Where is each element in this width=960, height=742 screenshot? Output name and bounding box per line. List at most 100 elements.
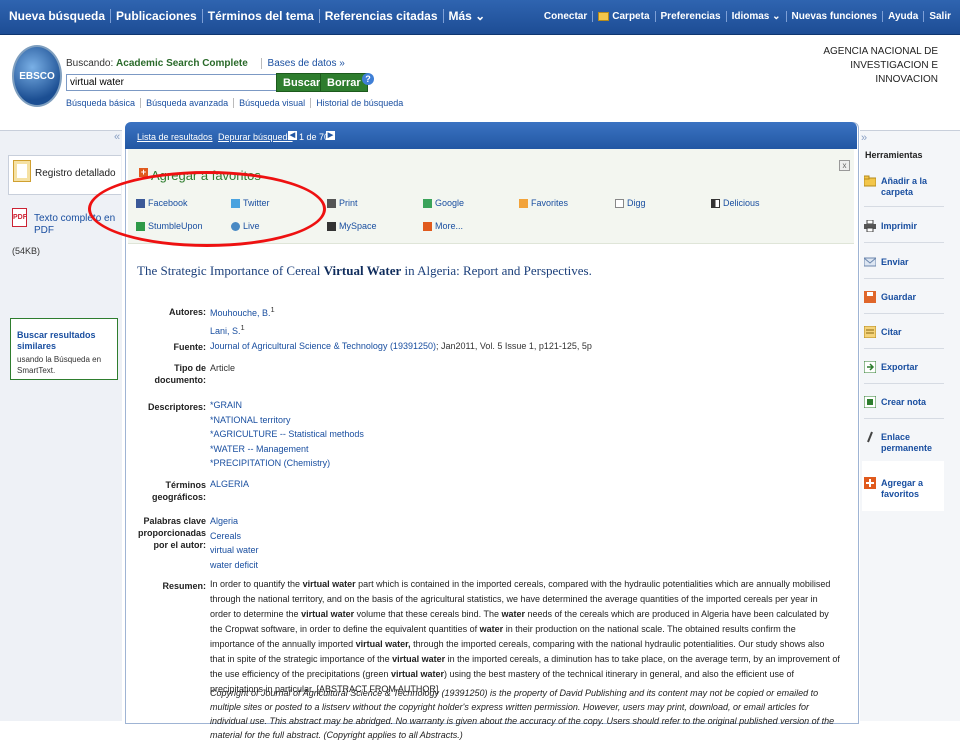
- digg-icon: [615, 199, 624, 208]
- ebsco-logo[interactable]: EBSCO: [12, 45, 62, 107]
- nav-cited-references[interactable]: Referencias citadas: [320, 9, 444, 23]
- basic-search-link[interactable]: Búsqueda básica: [66, 98, 142, 108]
- cite-icon: [864, 326, 876, 338]
- printer-icon: [327, 199, 336, 208]
- abstract-segment: volume that these cereals bind. The: [354, 609, 502, 619]
- collapse-left-icon[interactable]: «: [114, 131, 120, 143]
- authors-value: Mouhouche, B.1 Lani, S.1: [210, 303, 275, 338]
- nav-more-menu[interactable]: Más ⌄: [444, 9, 491, 23]
- pdf-size: (54KB): [12, 246, 41, 256]
- nav-new-search[interactable]: Nueva búsqueda: [4, 9, 112, 23]
- keyword-link[interactable]: water deficit: [210, 558, 259, 573]
- highlighted-term: virtual water,: [355, 639, 411, 649]
- sign-in-link[interactable]: Conectar: [539, 11, 594, 22]
- descriptor-link[interactable]: *GRAIN: [210, 398, 364, 413]
- nav-subject-terms[interactable]: Términos del tema: [203, 9, 320, 23]
- keyword-link[interactable]: Algeria: [210, 514, 259, 529]
- descriptor-link[interactable]: *PRECIPITATION (Chemistry): [210, 456, 364, 471]
- author-link[interactable]: Mouhouche, B.1: [210, 303, 275, 321]
- folder-icon: [864, 175, 876, 187]
- close-icon[interactable]: x: [839, 160, 850, 171]
- searching-line: Buscando: Academic Search Complete Bases…: [66, 58, 345, 69]
- export-icon: [864, 361, 876, 373]
- tool-divider: [864, 206, 944, 207]
- journal-link[interactable]: Journal of Agricultural Science & Techno…: [210, 341, 436, 351]
- annotation-circle: [88, 171, 326, 247]
- source-value: Journal of Agricultural Science & Techno…: [210, 341, 592, 351]
- plus-icon: [423, 222, 432, 231]
- exit-link[interactable]: Salir: [924, 11, 956, 22]
- top-nav: Nueva búsqueda Publicaciones Términos de…: [4, 9, 490, 23]
- visual-search-link[interactable]: Búsqueda visual: [234, 98, 312, 108]
- descriptors-label: Descriptores:: [147, 402, 206, 412]
- tool-divider: [864, 278, 944, 279]
- tool-divider: [864, 383, 944, 384]
- tool-divider: [864, 242, 944, 243]
- keyword-link[interactable]: virtual water: [210, 543, 259, 558]
- descriptor-link[interactable]: *WATER -- Management: [210, 442, 364, 457]
- pdf-icon: PDF: [12, 208, 27, 227]
- result-position: 1 de 70: [299, 132, 330, 142]
- plus-icon: [864, 477, 876, 489]
- author-link[interactable]: Lani, S.1: [210, 321, 275, 339]
- descriptor-link[interactable]: *NATIONAL territory: [210, 413, 364, 428]
- preferences-link[interactable]: Preferencias: [656, 11, 727, 22]
- databases-link[interactable]: Bases de datos »: [260, 58, 345, 69]
- link-icon: [867, 431, 873, 443]
- highlighted-term: virtual water: [301, 609, 355, 619]
- copyright-notice: Copyright of Journal of Agricultural Sci…: [210, 688, 835, 740]
- doctype-label: Tipo de documento:: [154, 363, 207, 385]
- search-history-link[interactable]: Historial de búsqueda: [311, 98, 408, 108]
- descriptors-list: *GRAIN *NATIONAL territory *AGRICULTURE …: [210, 398, 364, 471]
- document-icon: [13, 160, 31, 182]
- highlighted-term: water: [501, 609, 526, 619]
- tool-divider: [864, 348, 944, 349]
- find-similar-link[interactable]: Buscar resultados similares: [17, 330, 117, 352]
- search-sublinks: Búsqueda básica Búsqueda avanzada Búsque…: [66, 98, 408, 108]
- next-result-icon[interactable]: ▶: [326, 131, 335, 140]
- results-list-link[interactable]: Lista de resultados: [137, 132, 213, 142]
- keywords-list: Algeria Cereals virtual water water defi…: [210, 514, 259, 572]
- article-title: The Strategic Importance of Cereal Virtu…: [137, 263, 592, 278]
- refine-search-link[interactable]: Depurar búsqueda: [218, 132, 293, 142]
- nav-publications[interactable]: Publicaciones: [111, 9, 203, 23]
- highlighted-term: virtual water: [390, 669, 444, 679]
- result-nav-bar: Lista de resultados Depurar búsqueda ◀ 1…: [125, 122, 857, 149]
- top-nav-bar: Nueva búsqueda Publicaciones Términos de…: [0, 0, 960, 35]
- keywords-label: Palabras clave proporcionadas por el autor…: [137, 516, 206, 550]
- advanced-search-link[interactable]: Búsqueda avanzada: [141, 98, 235, 108]
- top-right-nav: Conectar Carpeta Preferencias Idiomas ⌄ …: [539, 11, 956, 22]
- folder-link[interactable]: Carpeta: [593, 11, 656, 22]
- highlighted-term: water: [479, 624, 504, 634]
- right-sidebar: [860, 130, 960, 721]
- database-name: Academic Search Complete: [116, 58, 248, 69]
- delicious-icon: [711, 199, 720, 208]
- authors-label: Autores:: [168, 307, 206, 317]
- abstract-text: In order to quantify the virtual water p…: [210, 577, 840, 697]
- email-icon: [864, 257, 876, 267]
- abstract-segment: In order to quantify the: [210, 579, 303, 589]
- geo-terms-label: Términos geográficos:: [151, 480, 206, 502]
- geo-term-link[interactable]: ALGERIA: [210, 477, 249, 492]
- new-features-link[interactable]: Nuevas funciones: [787, 11, 884, 22]
- abstract-label: Resumen:: [162, 581, 206, 591]
- tool-divider: [864, 313, 944, 314]
- printer-icon: [864, 220, 876, 232]
- clear-button[interactable]: Borrar: [320, 73, 368, 92]
- help-icon[interactable]: ?: [362, 73, 374, 85]
- find-similar-box: Buscar resultados similares usando la Bú…: [10, 318, 118, 380]
- languages-menu[interactable]: Idiomas ⌄: [727, 11, 787, 22]
- myspace-icon: [327, 222, 336, 231]
- search-input[interactable]: [66, 74, 278, 91]
- descriptor-link[interactable]: *AGRICULTURE -- Statistical methods: [210, 427, 364, 442]
- previous-result-icon[interactable]: ◀: [288, 131, 297, 140]
- collapse-right-icon[interactable]: »: [861, 132, 867, 144]
- keyword-link[interactable]: Cereals: [210, 529, 259, 544]
- help-link[interactable]: Ayuda: [883, 11, 925, 22]
- google-icon: [423, 199, 432, 208]
- find-similar-desc: usando la Búsqueda en SmartText.: [17, 355, 102, 375]
- note-icon: [864, 396, 876, 408]
- institution-name: AGENCIA NACIONAL DE INVESTIGACION E INNO…: [823, 46, 938, 85]
- search-header: EBSCO Buscando: Academic Search Complete…: [0, 35, 960, 130]
- highlighted-term: virtual water: [392, 654, 446, 664]
